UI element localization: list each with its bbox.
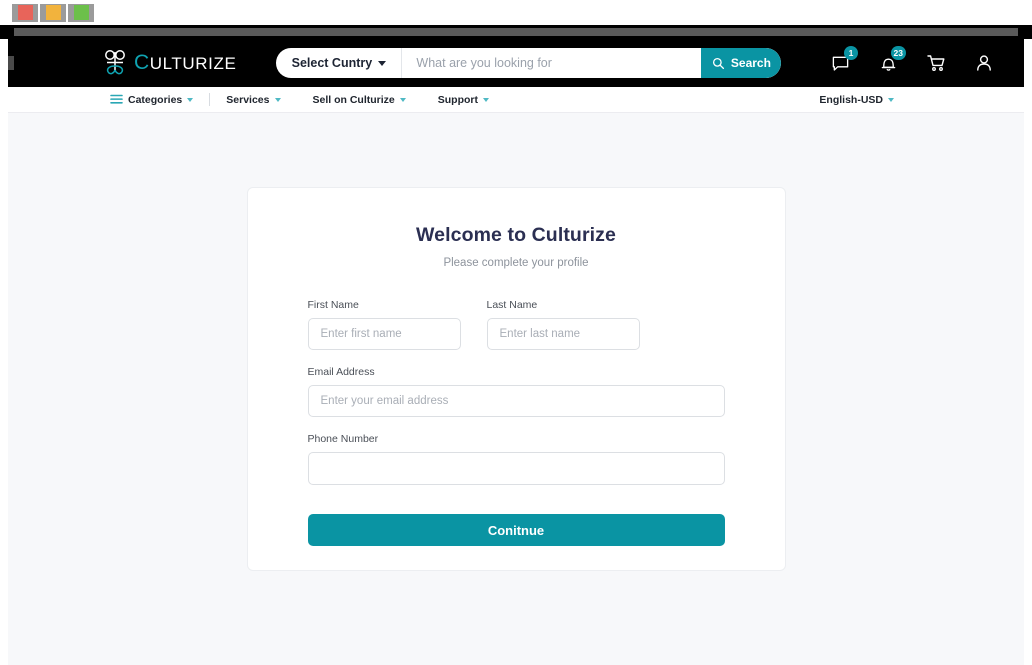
- chat-button[interactable]: 1: [828, 46, 858, 75]
- chevron-down-icon: [888, 97, 894, 102]
- page-title: Welcome to Culturize: [416, 224, 616, 246]
- phone-input[interactable]: [307, 452, 725, 485]
- window-close-button[interactable]: [12, 3, 38, 22]
- brand-initial: C: [134, 51, 150, 74]
- search-bar: Select Cuntry Search: [276, 48, 782, 78]
- search-button[interactable]: Search: [701, 48, 782, 78]
- chevron-down-icon: [274, 97, 281, 102]
- horizontal-scrollbar[interactable]: [0, 25, 1032, 39]
- site-header: CULTURIZE Select Cuntry Search 1: [8, 39, 1024, 87]
- email-field: Email Address: [307, 366, 725, 417]
- nav-items: Categories Services Sell on Culturize Su…: [110, 93, 505, 106]
- search-icon: [712, 57, 724, 69]
- window-chrome: [0, 0, 1032, 25]
- close-icon: [17, 5, 33, 20]
- window-minimize-button[interactable]: [40, 3, 66, 22]
- locale-selector[interactable]: English-USD: [819, 94, 910, 106]
- nav-item-services[interactable]: Services: [210, 94, 296, 106]
- window-maximize-button[interactable]: [68, 3, 94, 22]
- profile-form: First Name Last Name Email Address Phone…: [307, 299, 725, 546]
- name-row: First Name Last Name: [307, 299, 725, 366]
- page-root: CULTURIZE Select Cuntry Search 1: [8, 39, 1024, 665]
- user-icon: [977, 55, 991, 71]
- locale-label: English-USD: [819, 93, 883, 106]
- chevron-down-icon: [399, 97, 406, 102]
- first-name-input[interactable]: [307, 318, 461, 350]
- locale-selector-wrap: English-USD: [819, 94, 1010, 106]
- last-name-label: Last Name: [486, 299, 538, 311]
- nav-label-services: Services: [226, 93, 270, 106]
- last-name-input[interactable]: [486, 318, 640, 350]
- notifications-button[interactable]: 23: [876, 46, 906, 75]
- phone-field: Phone Number: [307, 433, 725, 485]
- chat-badge: 1: [844, 46, 858, 60]
- chevron-down-icon: [378, 60, 387, 66]
- scrollbar-thumb[interactable]: [14, 28, 1018, 36]
- header-actions: 1 23: [828, 46, 1010, 75]
- culturize-knot-icon: [105, 50, 125, 75]
- search-input[interactable]: [402, 48, 702, 78]
- cart-icon: [927, 55, 945, 71]
- profile-form-card: Welcome to Culturize Please complete you…: [246, 187, 786, 571]
- first-name-label: First Name: [307, 299, 359, 311]
- vertical-scrollbar-thumb[interactable]: [8, 56, 14, 70]
- first-name-field: First Name: [307, 299, 461, 350]
- search-button-label: Search: [730, 56, 771, 70]
- last-name-field: Last Name: [486, 299, 640, 350]
- phone-label: Phone Number: [307, 433, 379, 445]
- continue-button[interactable]: Conitnue: [307, 514, 725, 546]
- brand-logo[interactable]: CULTURIZE: [102, 48, 236, 78]
- list-icon: [110, 94, 123, 104]
- nav-item-sell-on-culturize[interactable]: Sell on Culturize: [297, 94, 422, 106]
- main-content: Welcome to Culturize Please complete you…: [8, 113, 1024, 665]
- page-subtitle: Please complete your profile: [443, 257, 589, 269]
- country-select-label: Select Cuntry: [291, 56, 373, 70]
- secondary-nav: Categories Services Sell on Culturize Su…: [8, 87, 1024, 113]
- minimize-icon: [45, 5, 61, 20]
- chevron-down-icon: [483, 97, 490, 102]
- nav-label-sell: Sell on Culturize: [312, 93, 395, 106]
- brand-rest: ULTURIZE: [149, 54, 237, 73]
- cart-button[interactable]: [924, 51, 948, 75]
- notifications-badge: 23: [890, 46, 906, 60]
- chevron-down-icon: [187, 97, 194, 102]
- nav-item-support[interactable]: Support: [422, 94, 505, 106]
- account-button[interactable]: [972, 51, 996, 75]
- nav-label-support: Support: [437, 93, 479, 106]
- country-select[interactable]: Select Cuntry: [276, 48, 403, 78]
- nav-item-categories[interactable]: Categories: [110, 94, 209, 106]
- browser-viewport: CULTURIZE Select Cuntry Search 1: [0, 39, 1032, 665]
- email-label: Email Address: [307, 366, 375, 378]
- maximize-icon: [73, 5, 89, 20]
- nav-label-categories: Categories: [128, 93, 183, 106]
- brand-name: CULTURIZE: [134, 51, 236, 75]
- email-input[interactable]: [307, 385, 725, 417]
